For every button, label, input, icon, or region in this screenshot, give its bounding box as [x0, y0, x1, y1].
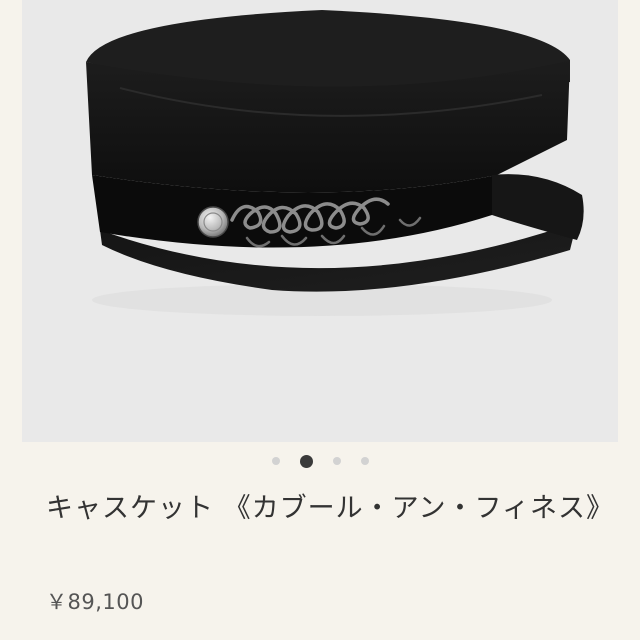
product-image[interactable] [22, 0, 618, 442]
carousel-pagination [0, 452, 640, 470]
product-page: キャスケット 《カブール・アン・フィネス》 ￥89,100 [0, 0, 640, 640]
product-price: ￥89,100 [46, 590, 144, 614]
carousel-dot-1[interactable] [271, 457, 280, 465]
carousel-dot-4[interactable] [360, 457, 369, 465]
carousel-dot-3[interactable] [332, 457, 341, 465]
hat-illustration [86, 10, 584, 316]
product-title: キャスケット 《カブール・アン・フィネス》 [46, 493, 614, 524]
carousel-dot-2-active[interactable] [299, 454, 313, 468]
